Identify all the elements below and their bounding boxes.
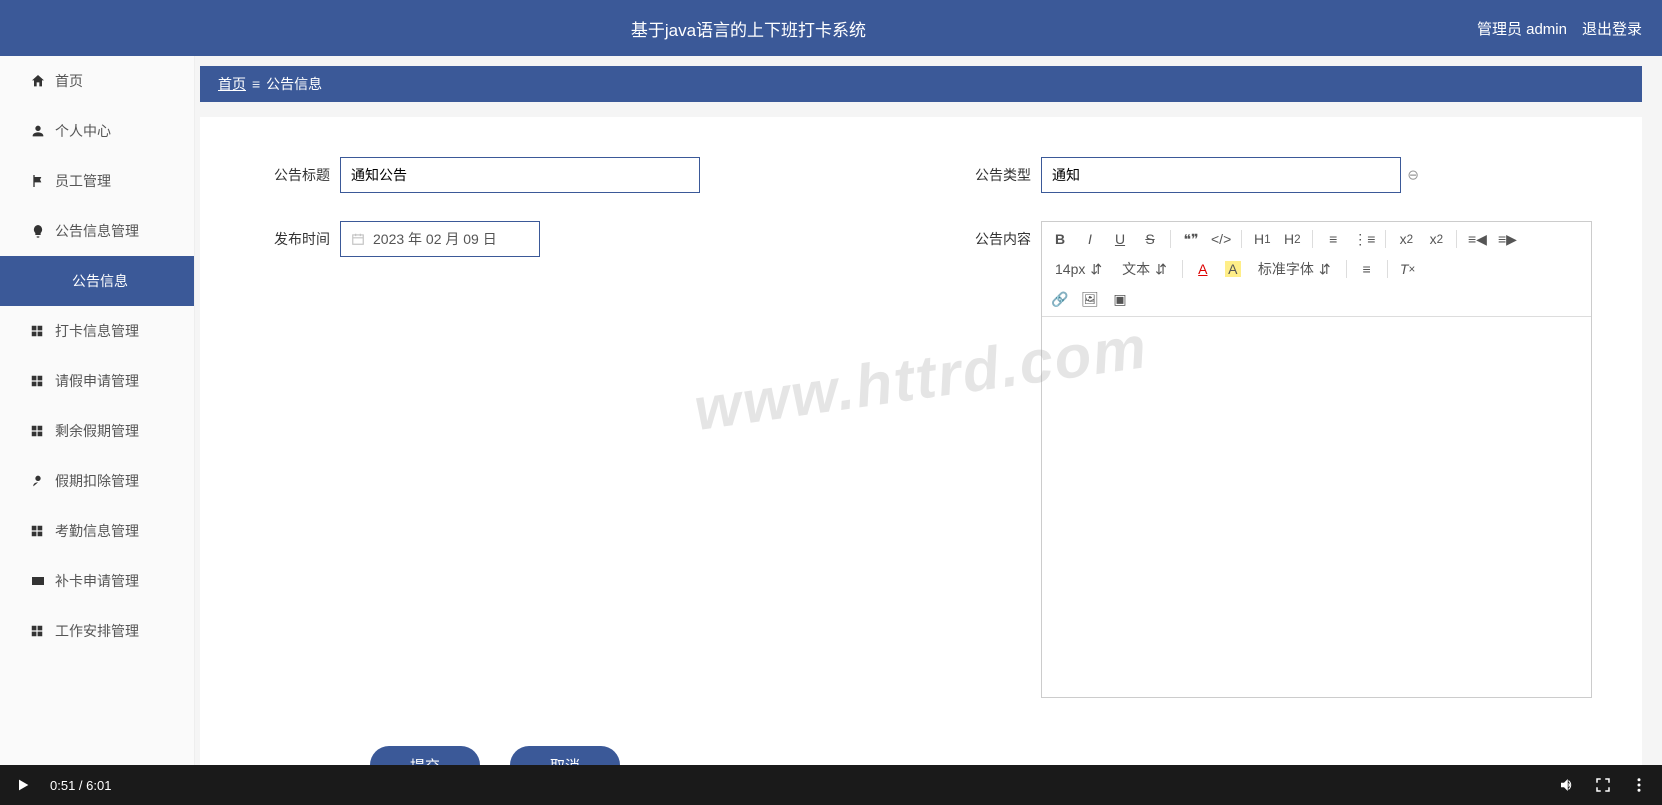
content-area: 首页 ≡ 公告信息 www.httrd.com 公告标题 发布时间 20 xyxy=(195,56,1662,765)
h1-icon[interactable]: H1 xyxy=(1252,228,1272,250)
code-icon[interactable]: </> xyxy=(1211,228,1231,250)
bulb-icon xyxy=(30,223,46,239)
sidebar-item-personal[interactable]: 个人中心 xyxy=(0,106,194,156)
sidebar: 首页 个人中心 员工管理 公告信息管理 公告信息 打卡信息管理 请假申请管理 剩… xyxy=(0,56,195,765)
sidebar-item-employee[interactable]: 员工管理 xyxy=(0,156,194,206)
video-control-bar: 0:51 / 6:01 xyxy=(0,765,1662,805)
flag-icon xyxy=(30,173,46,189)
more-icon[interactable] xyxy=(1630,776,1648,794)
link-icon[interactable]: 🔗 xyxy=(1050,288,1070,310)
sidebar-item-label: 公告信息管理 xyxy=(55,221,139,241)
font-color-icon[interactable]: A xyxy=(1193,258,1213,280)
sidebar-item-announcement-info[interactable]: 公告信息 xyxy=(0,256,194,306)
sidebar-item-label: 剩余假期管理 xyxy=(55,421,139,441)
title-input[interactable] xyxy=(340,157,700,193)
clear-icon[interactable]: ⊖ xyxy=(1407,167,1419,184)
quote-icon[interactable]: ❝❞ xyxy=(1181,228,1201,250)
align-icon[interactable]: ≡ xyxy=(1357,258,1377,280)
breadcrumb-sep: ≡ xyxy=(252,76,260,92)
content-label: 公告内容 xyxy=(951,221,1031,249)
breadcrumb-home[interactable]: 首页 xyxy=(218,74,246,94)
sidebar-item-clockin[interactable]: 打卡信息管理 xyxy=(0,306,194,356)
image-icon[interactable]: 🖼 xyxy=(1080,288,1100,310)
sidebar-item-label: 打卡信息管理 xyxy=(55,321,139,341)
breadcrumb: 首页 ≡ 公告信息 xyxy=(200,66,1642,102)
video-time: 0:51 / 6:01 xyxy=(50,778,111,793)
home-icon xyxy=(30,73,46,89)
grid-icon xyxy=(30,374,44,388)
grid-icon xyxy=(30,324,44,338)
header-right: 管理员 admin 退出登录 xyxy=(1477,18,1642,39)
grid-icon xyxy=(30,524,44,538)
sidebar-item-label: 首页 xyxy=(55,71,83,91)
h2-icon[interactable]: H2 xyxy=(1282,228,1302,250)
italic-icon[interactable]: I xyxy=(1080,228,1100,250)
editor-body[interactable] xyxy=(1042,317,1591,697)
grid-icon xyxy=(30,624,44,638)
app-title: 基于java语言的上下班打卡系统 xyxy=(20,16,1477,41)
date-value: 2023 年 02 月 09 日 xyxy=(373,229,497,249)
sub-icon[interactable]: x2 xyxy=(1396,228,1416,250)
bg-color-icon[interactable]: A xyxy=(1223,258,1243,280)
sidebar-item-supplement[interactable]: 补卡申请管理 xyxy=(0,556,194,606)
breadcrumb-current: 公告信息 xyxy=(266,74,322,94)
play-icon[interactable] xyxy=(14,776,32,794)
logout-link[interactable]: 退出登录 xyxy=(1582,18,1642,39)
text-mode-select[interactable]: 文本 ⇵ xyxy=(1117,259,1172,279)
sidebar-item-leave[interactable]: 请假申请管理 xyxy=(0,356,194,406)
grid-icon xyxy=(30,424,44,438)
rich-editor: B I U S ❝❞ </> H1 H2 xyxy=(1041,221,1592,698)
sidebar-item-label: 假期扣除管理 xyxy=(55,471,139,491)
ul-icon[interactable]: ⋮≡ xyxy=(1353,228,1375,250)
sidebar-item-label: 员工管理 xyxy=(55,171,111,191)
calendar-icon xyxy=(351,232,365,246)
font-size-select[interactable]: 14px ⇵ xyxy=(1050,261,1107,278)
sidebar-item-attendance[interactable]: 考勤信息管理 xyxy=(0,506,194,556)
sidebar-item-work[interactable]: 工作安排管理 xyxy=(0,606,194,656)
font-family-select[interactable]: 标准字体 ⇵ xyxy=(1253,259,1336,279)
admin-label[interactable]: 管理员 admin xyxy=(1477,18,1567,39)
chevron-down-icon: ⇵ xyxy=(1090,261,1102,278)
indent-left-icon[interactable]: ≡◀ xyxy=(1467,228,1487,250)
chevron-down-icon: ⇵ xyxy=(1155,261,1167,278)
sidebar-item-label: 请假申请管理 xyxy=(55,371,139,391)
date-label: 发布时间 xyxy=(250,221,330,249)
sup-icon[interactable]: x2 xyxy=(1426,228,1446,250)
volume-icon[interactable] xyxy=(1558,776,1576,794)
submit-button[interactable]: 提交 xyxy=(370,746,480,765)
sidebar-item-remaining[interactable]: 剩余假期管理 xyxy=(0,406,194,456)
type-input[interactable] xyxy=(1041,157,1401,193)
fullscreen-icon[interactable] xyxy=(1594,776,1612,794)
clear-format-icon[interactable]: T× xyxy=(1398,258,1418,280)
strike-icon[interactable]: S xyxy=(1140,228,1160,250)
deduct-icon xyxy=(30,473,46,489)
bold-icon[interactable]: B xyxy=(1050,228,1070,250)
sidebar-item-deduct[interactable]: 假期扣除管理 xyxy=(0,456,194,506)
video-icon[interactable]: ▣ xyxy=(1110,288,1130,310)
card-icon xyxy=(30,573,46,589)
underline-icon[interactable]: U xyxy=(1110,228,1130,250)
sidebar-item-label: 工作安排管理 xyxy=(55,621,139,641)
cancel-button[interactable]: 取消 xyxy=(510,746,620,765)
person-icon xyxy=(30,123,46,139)
sidebar-item-home[interactable]: 首页 xyxy=(0,56,194,106)
ol-icon[interactable]: ≡ xyxy=(1323,228,1343,250)
app-header: 基于java语言的上下班打卡系统 管理员 admin 退出登录 xyxy=(0,0,1662,56)
type-label: 公告类型 xyxy=(951,157,1031,185)
form-panel: www.httrd.com 公告标题 发布时间 2023 年 02 月 09 日 xyxy=(200,117,1642,765)
chevron-down-icon: ⇵ xyxy=(1319,261,1331,278)
sidebar-item-label: 公告信息 xyxy=(72,271,128,291)
title-label: 公告标题 xyxy=(250,157,330,185)
editor-toolbar: B I U S ❝❞ </> H1 H2 xyxy=(1042,222,1591,317)
sidebar-item-label: 个人中心 xyxy=(55,121,111,141)
sidebar-item-label: 补卡申请管理 xyxy=(55,571,139,591)
indent-right-icon[interactable]: ≡▶ xyxy=(1497,228,1517,250)
sidebar-item-announcement-mgmt[interactable]: 公告信息管理 xyxy=(0,206,194,256)
date-input[interactable]: 2023 年 02 月 09 日 xyxy=(340,221,540,257)
button-area: 提交 取消 xyxy=(250,726,1592,765)
sidebar-item-label: 考勤信息管理 xyxy=(55,521,139,541)
